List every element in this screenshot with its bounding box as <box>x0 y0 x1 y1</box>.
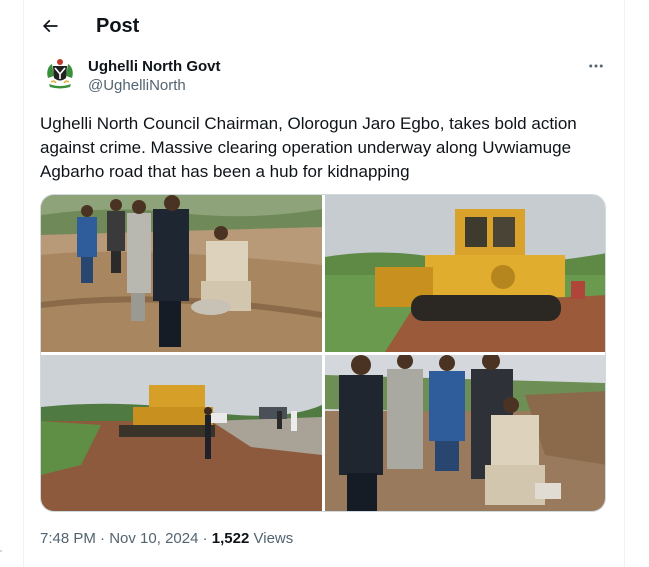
media-grid <box>40 194 606 512</box>
author-name[interactable]: Ughelli North Govt <box>88 58 221 75</box>
arrow-left-icon <box>40 16 60 41</box>
post-meta: 7:48 PM · Nov 10, 2024 · 1,522 Views <box>40 530 293 547</box>
edge-marker <box>0 550 2 552</box>
more-button[interactable] <box>584 56 608 80</box>
back-button[interactable] <box>36 14 64 42</box>
coat-of-arms-icon <box>40 56 80 96</box>
views-count: 1,522 <box>211 530 250 547</box>
page-title: Post <box>96 15 140 37</box>
bulldozer-clearing-photo[interactable] <box>325 195 605 352</box>
post-author: Ughelli North Govt @UghelliNorth <box>40 54 610 98</box>
avatar[interactable] <box>40 56 80 96</box>
more-horizontal-icon <box>587 57 605 80</box>
column-border-right <box>624 0 625 567</box>
post-date[interactable]: Nov 10, 2024 <box>109 530 198 547</box>
views-label: Views <box>249 530 294 547</box>
post-text: Ughelli North Council Chairman, Olorogun… <box>40 114 577 181</box>
officials-on-site-photo[interactable] <box>41 195 322 352</box>
meta-separator: · <box>95 530 110 547</box>
bulldozer-road-photo[interactable] <box>41 355 322 511</box>
author-handle[interactable]: @UghelliNorth <box>88 77 186 94</box>
officials-inspecting-photo[interactable] <box>325 355 605 511</box>
post-header: Post <box>24 0 624 56</box>
post-time[interactable]: 7:48 PM <box>40 530 96 547</box>
meta-separator: · <box>198 530 212 547</box>
column-border-left <box>23 0 24 567</box>
